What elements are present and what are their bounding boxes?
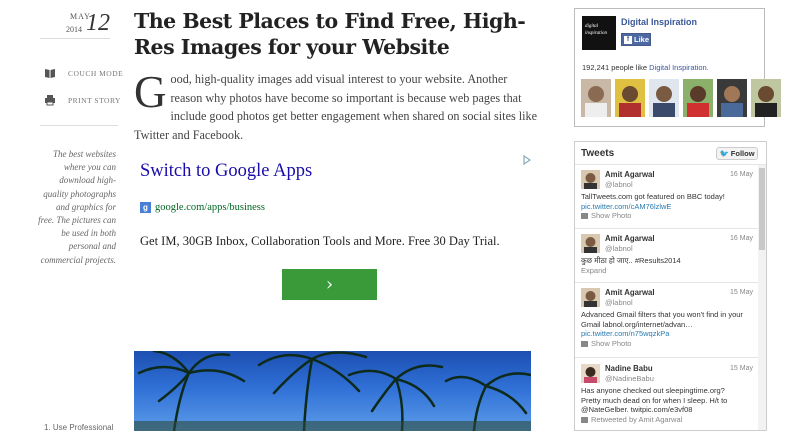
post-day: 12 (86, 10, 110, 36)
couch-mode-label: COUCH MODE (68, 68, 124, 78)
chevron-right-icon: › (325, 274, 334, 295)
palm-trees-image (134, 351, 531, 431)
like-count: 192,241 people like Digital Inspiration. (582, 63, 709, 72)
divider (575, 164, 766, 165)
facebook-like-box: digital inspiration Digital Inspiration … (574, 8, 781, 127)
divider (40, 38, 110, 39)
avatar[interactable] (581, 364, 600, 383)
tweet-text-line: Gmail labnol.org/internet/advan… (581, 319, 693, 329)
divider (40, 125, 118, 126)
show-photo-action[interactable]: Show Photo (581, 211, 753, 221)
tweet-body: Has anyone checked out sleepingtime.org?… (581, 386, 753, 424)
avatar[interactable] (751, 79, 781, 117)
ad-headline[interactable]: Switch to Google Apps (140, 161, 312, 182)
timeline-header: Tweets (581, 148, 615, 159)
tweet-body: कुछ मीठा हो जाए.. #Results2014 Expand (581, 256, 753, 275)
tweet-text-line: कुछ मीठा हो जाए.. #Results2014 (581, 256, 681, 265)
retweet-info[interactable]: Retweeted by Amit Agarwal (581, 415, 753, 425)
tweet-link[interactable]: pic.twitter.com/cAM76lzlwE (581, 202, 753, 212)
avatar[interactable] (649, 79, 679, 117)
avatar[interactable] (683, 79, 713, 117)
lead-text: ood, high-quality images add visual inte… (134, 72, 538, 142)
avatar[interactable] (581, 288, 600, 307)
like-count-link[interactable]: Digital Inspiration. (649, 63, 709, 72)
tweet-body: TallTweets.com got featured on BBC today… (581, 192, 753, 221)
ad-url[interactable]: g google.com/apps/business (140, 202, 265, 213)
follow-button[interactable]: 🐦 Follow (716, 147, 758, 160)
tweet-text-line: @NateGelber. twitpic.com/e3vf08 (581, 405, 693, 415)
tweet-action-label: Retweeted by Amit Agarwal (591, 414, 683, 424)
tweet-handle[interactable]: @labnol (605, 244, 633, 254)
tweet-handle[interactable]: @labnol (605, 298, 633, 308)
divider (575, 357, 760, 358)
follow-label: Follow (730, 149, 755, 158)
facebook-like-button[interactable]: f Like (621, 33, 651, 46)
google-icon: g (140, 202, 151, 213)
post-year: 2014 (66, 25, 82, 34)
tweet-date[interactable]: 15 May (730, 364, 753, 374)
scrollbar-thumb[interactable] (759, 168, 765, 250)
couch-mode-link[interactable]: COUCH MODE (44, 67, 123, 79)
ad-url-text: google.com/apps/business (155, 202, 265, 213)
ad-unit[interactable]: Switch to Google Apps g google.com/apps/… (134, 155, 534, 315)
tweet-date[interactable]: 15 May (730, 288, 753, 298)
like-count-text: 192,241 people like (582, 63, 650, 72)
print-story-link[interactable]: PRINT STORY (44, 94, 121, 106)
tweet-author[interactable]: Amit Agarwal (605, 288, 655, 298)
printer-icon (45, 95, 55, 106)
ad-description: Get IM, 30GB Inbox, Collaboration Tools … (140, 234, 500, 248)
tweet-text-line: Pretty much dead on for when I sleep. H/… (581, 395, 728, 405)
photo-icon (581, 340, 588, 347)
tweet-action-label: Show Photo (591, 338, 632, 348)
print-story-label: PRINT STORY (68, 95, 121, 105)
tweet-text-line: Advanced Gmail filters that you won't fi… (581, 310, 743, 319)
tweet-handle[interactable]: @NadineBabu (605, 374, 654, 384)
tweet-date[interactable]: 16 May (730, 170, 753, 180)
avatar[interactable] (615, 79, 645, 117)
toc-item[interactable]: 1. Use Professional (44, 423, 113, 431)
book-icon (45, 69, 55, 78)
post-date: MAY 2014 12 (60, 10, 128, 38)
retweet-icon (581, 416, 588, 423)
twitter-bird-icon: 🐦 (719, 149, 729, 158)
facebook-page-name[interactable]: Digital Inspiration (621, 17, 697, 27)
avatar[interactable] (717, 79, 747, 117)
tweet-author[interactable]: Amit Agarwal (605, 170, 655, 180)
fan-faces (581, 79, 781, 117)
tweet-handle[interactable]: @labnol (605, 180, 633, 190)
tweet-text-line: Has anyone checked out sleepingtime.org? (581, 386, 725, 395)
tweet-author[interactable]: Nadine Babu (605, 364, 653, 374)
tweet-text-line: TallTweets.com got featured on BBC today… (581, 192, 725, 201)
like-label: Like (634, 35, 650, 44)
ad-go-button[interactable]: › (282, 269, 377, 300)
adchoices-icon[interactable] (522, 155, 532, 165)
tweet-date[interactable]: 16 May (730, 234, 753, 244)
tweet-action-label: Show Photo (591, 211, 632, 221)
post-summary: The best websites where you can download… (38, 149, 116, 265)
divider (575, 282, 760, 283)
twitter-timeline: Tweets 🐦 Follow Amit Agarwal @labnol 16 M… (574, 141, 767, 431)
article-photo (134, 351, 531, 431)
facebook-icon: f (624, 35, 632, 44)
expand-action[interactable]: Expand (581, 266, 753, 276)
tweet-link[interactable]: pic.twitter.com/n75wqzkPa (581, 329, 753, 339)
photo-icon (581, 212, 588, 219)
avatar[interactable] (581, 234, 600, 253)
lead-paragraph: Good, high-quality images add visual int… (134, 70, 539, 144)
tweet-body: Advanced Gmail filters that you won't fi… (581, 310, 753, 348)
avatar[interactable] (581, 79, 611, 117)
page-title: The Best Places to Find Free, High-Res I… (134, 9, 526, 59)
tweet-author[interactable]: Amit Agarwal (605, 234, 655, 244)
show-photo-action[interactable]: Show Photo (581, 339, 753, 349)
avatar[interactable] (581, 170, 600, 189)
divider (575, 228, 760, 229)
page-logo[interactable]: digital inspiration (582, 16, 616, 50)
drop-cap: G (134, 67, 167, 117)
